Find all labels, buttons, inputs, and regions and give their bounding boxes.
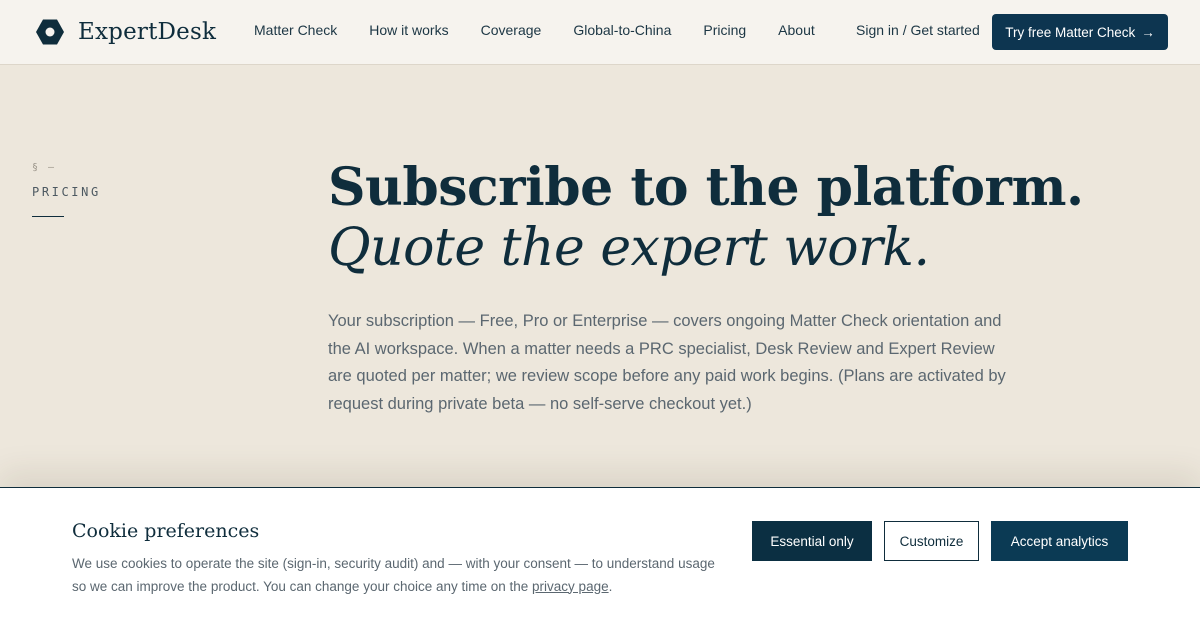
section-divider	[32, 216, 64, 217]
nav-item-pricing[interactable]: Pricing	[703, 22, 746, 38]
nav-item-about[interactable]: About	[778, 22, 815, 38]
section-label: PRICING	[32, 185, 101, 199]
section-mark: § —	[32, 162, 57, 173]
essential-only-button[interactable]: Essential only	[752, 521, 872, 561]
site-header: ExpertDesk Matter Check How it works Cov…	[0, 0, 1200, 65]
page-subtitle: Quote the expert work.	[328, 218, 930, 278]
privacy-page-link[interactable]: privacy page	[532, 579, 609, 594]
customize-button[interactable]: Customize	[884, 521, 979, 561]
cookie-title: Cookie preferences	[72, 520, 260, 542]
nav-item-how-it-works[interactable]: How it works	[369, 22, 448, 38]
nav-item-global-to-china[interactable]: Global-to-China	[573, 22, 671, 38]
arrow-right-icon: →	[1141, 24, 1155, 40]
main-nav: Matter Check How it works Coverage Globa…	[254, 22, 847, 38]
brand-name: ExpertDesk	[78, 19, 217, 45]
nav-item-coverage[interactable]: Coverage	[481, 22, 542, 38]
cookie-text-end: .	[608, 578, 613, 594]
signin-link[interactable]: Sign in / Get started	[856, 22, 980, 38]
try-matter-check-button[interactable]: Try free Matter Check →	[992, 14, 1168, 50]
brand-logo[interactable]: ExpertDesk	[36, 18, 216, 46]
cookie-description: We use cookies to operate the site (sign…	[72, 553, 732, 598]
accept-analytics-button[interactable]: Accept analytics	[991, 521, 1128, 561]
hexagon-logo-icon	[36, 19, 64, 45]
nav-item-matter-check[interactable]: Matter Check	[254, 22, 337, 38]
hero-description: Your subscription — Free, Pro or Enterpr…	[328, 312, 1006, 413]
try-button-label: Try free Matter Check	[1005, 24, 1136, 40]
page-title: Subscribe to the platform.	[328, 157, 1084, 218]
cookie-text-main: We use cookies to operate the site (sign…	[72, 556, 715, 594]
cookie-banner: Cookie preferences We use cookies to ope…	[0, 487, 1200, 630]
